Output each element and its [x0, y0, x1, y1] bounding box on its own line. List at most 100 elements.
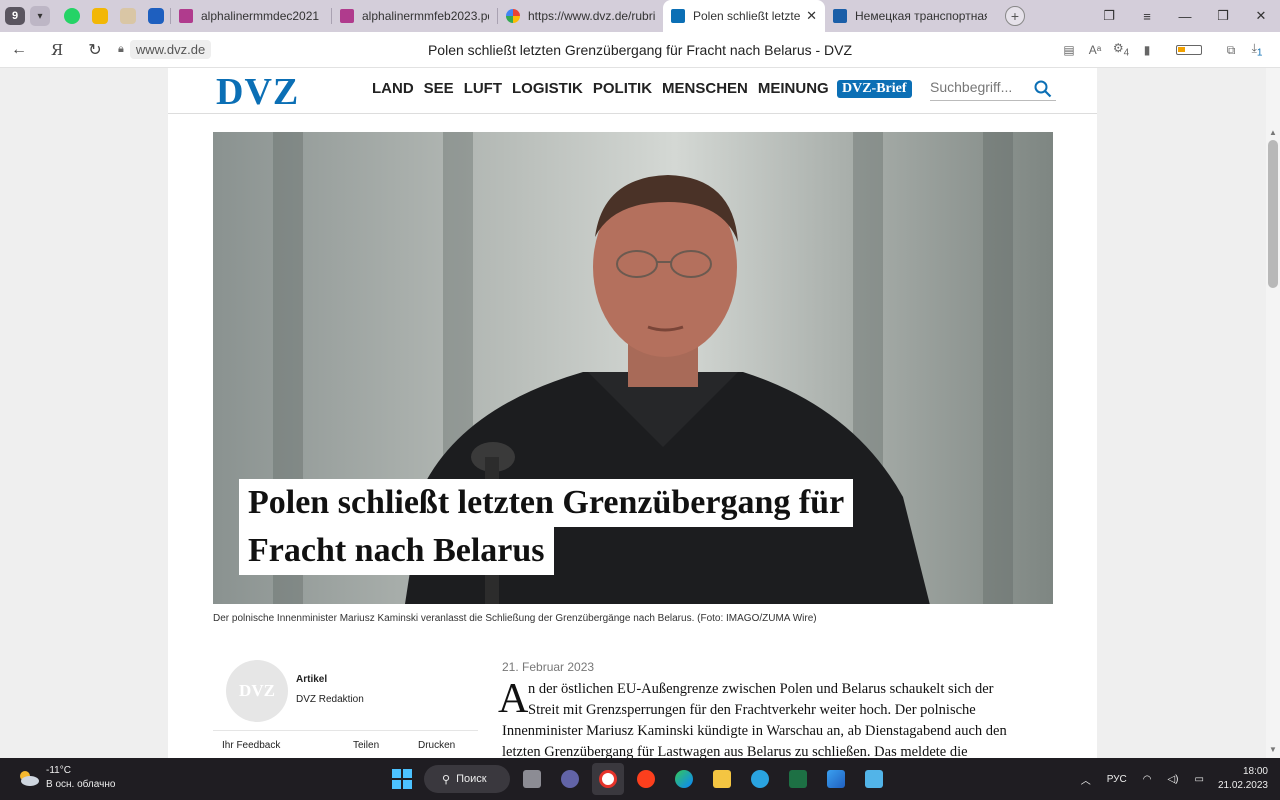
article-type-label: Artikel — [296, 674, 328, 685]
clock[interactable]: 18:00 21.02.2023 — [1218, 765, 1268, 793]
body-line: Innenminister Mariusz Kaminski kündigte … — [502, 723, 1007, 739]
site-header: DVZ LAND SEE LUFT LOGISTIK POLITIK MENSC… — [168, 68, 1097, 114]
back-arrow-icon[interactable]: ← — [0, 41, 38, 59]
file-explorer-icon[interactable] — [706, 763, 738, 795]
volume-icon[interactable]: ◁) — [1167, 774, 1178, 785]
author-avatar: DVZ — [226, 660, 288, 722]
share-button[interactable]: Teilen — [353, 740, 418, 751]
edge-icon[interactable] — [668, 763, 700, 795]
page-scrollbar[interactable]: ▲ ▼ — [1266, 68, 1280, 758]
taskbar-search[interactable]: ⚲ Поиск — [424, 765, 510, 793]
page-viewport: DVZ LAND SEE LUFT LOGISTIK POLITIK MENSC… — [0, 68, 1280, 758]
yandex-icon[interactable] — [630, 763, 662, 795]
notepad-icon[interactable] — [858, 763, 890, 795]
temperature: -11°C — [46, 765, 71, 776]
restore-icon[interactable]: ❒ — [1204, 8, 1242, 24]
download-badge: 1 — [1256, 47, 1263, 59]
close-window-icon[interactable]: ✕ — [1242, 8, 1280, 24]
wifi-icon[interactable]: ◠ — [1143, 774, 1152, 785]
search-icon[interactable] — [1034, 80, 1052, 98]
browser-tab-strip: 9 ▾ alphalinermmdec2021 (1 alphalinermmf… — [0, 0, 1280, 32]
weather-widget[interactable]: -11°C В осн. облачно — [16, 764, 115, 792]
bookmark-icon[interactable]: ▮ — [1134, 43, 1160, 57]
tab-nemetskaya[interactable]: Немецкая транспортная — [825, 0, 995, 32]
nav-item-menschen[interactable]: MENSCHEN — [662, 80, 748, 97]
screenshot-icon[interactable]: ⧉ — [1218, 43, 1244, 58]
nav-item-politik[interactable]: POLITIK — [593, 80, 652, 97]
excel-icon[interactable] — [782, 763, 814, 795]
article-date: 21. Februar 2023 — [502, 660, 595, 674]
tab-alphaliner-feb[interactable]: alphalinermmfeb2023.pd — [332, 0, 497, 32]
dvz-brief-button[interactable]: DVZ-Brief — [837, 80, 912, 98]
menu-icon[interactable]: ≡ — [1128, 9, 1166, 24]
main-navigation: LAND SEE LUFT LOGISTIK POLITIK MENSCHEN … — [372, 80, 829, 97]
scroll-down-icon[interactable]: ▼ — [1269, 745, 1277, 754]
author-name[interactable]: DVZ Redaktion — [296, 694, 364, 705]
reader-mode-icon[interactable]: ▤ — [1056, 43, 1082, 57]
whatsapp-icon[interactable] — [58, 2, 86, 30]
body-line: n der östlichen EU-Außengrenze zwischen … — [528, 681, 994, 697]
telegram-icon[interactable] — [744, 763, 776, 795]
tab-count-badge[interactable]: 9 — [5, 7, 25, 25]
headline-line-1: Polen schließt letzten Grenzübergang für — [239, 479, 854, 527]
yandex-icon[interactable]: Я — [38, 41, 76, 59]
body-line: Streit mit Grenzsperrungen für den Frach… — [528, 702, 976, 718]
translate-icon[interactable]: Aᵃ — [1082, 43, 1108, 57]
extension-badge: 4 — [1123, 47, 1130, 59]
tab-title: https://www.dvz.de/rubri — [528, 9, 655, 23]
dvz-logo[interactable]: DVZ — [216, 72, 299, 112]
feedback-button[interactable]: Ihr Feedback — [222, 740, 353, 751]
nav-item-land[interactable]: LAND — [372, 80, 414, 97]
yandex-browser-icon[interactable] — [592, 763, 624, 795]
new-tab-plus-icon[interactable]: + — [1005, 6, 1025, 26]
scrollbar-thumb[interactable] — [1268, 140, 1278, 288]
paint-icon[interactable] — [820, 763, 852, 795]
battery-saver-icon[interactable] — [1176, 45, 1202, 55]
taskbar-apps: ⚲ Поиск — [386, 763, 890, 795]
window-controls: ❐ ≡ — ❒ ✕ — [1090, 0, 1280, 32]
reload-icon[interactable]: ↻ — [76, 40, 114, 60]
pdf-icon — [179, 9, 193, 23]
google-icon — [506, 9, 520, 23]
puzzle-icon[interactable] — [114, 2, 142, 30]
language-indicator[interactable]: РУС — [1107, 774, 1127, 785]
tab-polen-active[interactable]: Polen schließt letzten G ✕ — [663, 0, 825, 32]
collections-icon[interactable]: ❐ — [1090, 8, 1128, 24]
nav-item-luft[interactable]: LUFT — [464, 80, 502, 97]
tab-title: alphalinermmfeb2023.pd — [362, 9, 489, 23]
windows-start-icon[interactable] — [386, 763, 418, 795]
scroll-up-icon[interactable]: ▲ — [1269, 128, 1277, 137]
outlook-icon[interactable] — [142, 2, 170, 30]
image-caption: Der polnische Innenminister Mariusz Kami… — [213, 613, 817, 624]
system-tray: ︿ РУС ◠ ◁) ▭ 18:00 21.02.2023 — [1073, 758, 1280, 800]
task-view-icon[interactable] — [516, 763, 548, 795]
headline-line-2: Fracht nach Belarus — [239, 527, 554, 575]
chevron-down-icon[interactable]: ▾ — [30, 6, 50, 26]
print-button[interactable]: Drucken — [418, 740, 455, 751]
article-actions: Ihr Feedback Teilen Drucken — [222, 740, 455, 751]
cloudy-weather-icon — [20, 771, 39, 786]
nav-item-logistik[interactable]: LOGISTIK — [512, 80, 583, 97]
article-body: n der östlichen EU-Außengrenze zwischen … — [502, 679, 1058, 758]
dvz-favicon-icon — [671, 9, 685, 23]
chevron-up-icon[interactable]: ︿ — [1081, 772, 1091, 787]
tab-dvz-rubrik[interactable]: https://www.dvz.de/rubri — [498, 0, 663, 32]
battery-icon[interactable]: ▭ — [1194, 774, 1203, 785]
hero-image: Polen schließt letzten Grenzübergang für… — [213, 132, 1053, 604]
nav-item-meinung[interactable]: MEINUNG — [758, 80, 829, 97]
teams-chat-icon[interactable] — [554, 763, 586, 795]
meta-divider — [213, 730, 478, 731]
pinned-tabs — [58, 2, 170, 30]
extension-icon[interactable]: ⚙︎4 — [1108, 41, 1134, 58]
download-icon[interactable]: ⤓1 — [1244, 41, 1270, 58]
search-icon: ⚲ — [442, 773, 451, 786]
mail-icon[interactable] — [86, 2, 114, 30]
tab-alphaliner-dec[interactable]: alphalinermmdec2021 (1 — [171, 0, 331, 32]
address-bar-tools: ▤ Aᵃ ⚙︎4 ▮ ⧉ ⤓1 — [1056, 32, 1280, 68]
lock-icon[interactable]: 🔒︎ — [118, 43, 124, 56]
close-tab-icon[interactable]: ✕ — [806, 8, 817, 24]
url-field[interactable]: www.dvz.de — [129, 40, 212, 59]
article-headline: Polen schließt letzten Grenzübergang für… — [239, 479, 854, 575]
minimize-icon[interactable]: — — [1166, 9, 1204, 24]
nav-item-see[interactable]: SEE — [424, 80, 454, 97]
